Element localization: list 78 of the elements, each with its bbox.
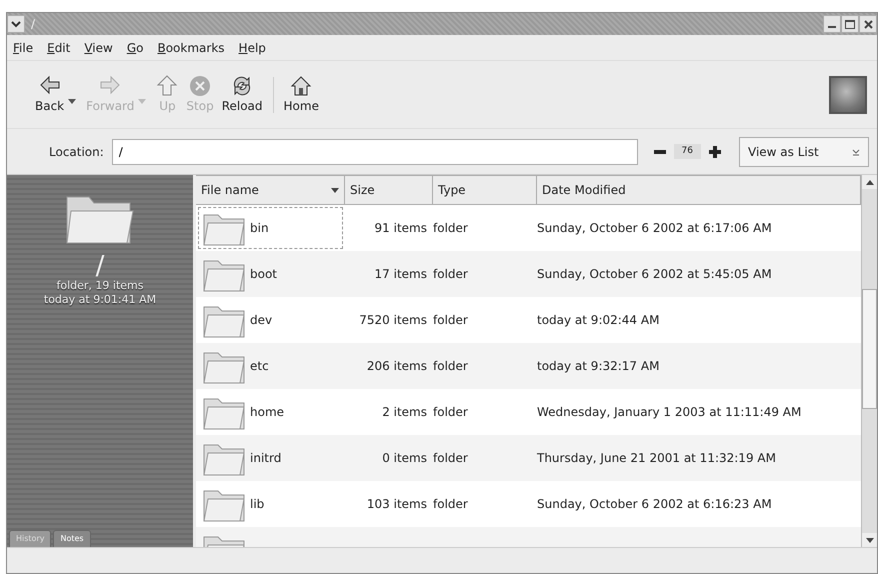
folder-info: folder, 19 items [56, 279, 144, 294]
table-cell-text: Wednesday, January 1 2003 at 11:11:49 AM [537, 404, 802, 421]
file-row[interactable]: bin [196, 205, 345, 251]
location-field[interactable]: / [112, 138, 638, 164]
table-cell-text: 7520 items [358, 312, 428, 329]
menu-item[interactable]: Bookmarks [157, 38, 225, 56]
toolbar-button[interactable]: Back [31, 72, 68, 116]
file-row[interactable]: dev [196, 297, 345, 343]
dropdown-caret-icon[interactable] [68, 99, 76, 104]
chevron-icon [11, 20, 21, 28]
stop-icon [189, 74, 212, 96]
table-cell-text: 103 items [366, 496, 428, 513]
table-cell-text: 17 items [374, 266, 428, 283]
throbber-icon [829, 76, 867, 114]
menu-item[interactable]: View [84, 38, 113, 56]
table-cell-text: today at 9:02:44 AM [537, 312, 660, 329]
table-cell-text: Sunday, October 6 2002 at 6:17:06 AM [537, 220, 773, 237]
toolbar-button[interactable]: Home [280, 72, 323, 116]
table-cell-text: 0 items [381, 450, 428, 467]
scrollbar[interactable] [861, 175, 877, 547]
maximize-icon [845, 20, 855, 28]
table-cell-text: 2 items [381, 404, 428, 421]
sidebar-tab[interactable]: Notes [53, 530, 91, 547]
column-header[interactable]: Type [433, 175, 537, 205]
file-row[interactable]: home [196, 389, 345, 435]
dropdown-arrow-icon [852, 148, 860, 156]
close-button[interactable] [859, 15, 877, 33]
sort-arrow-icon [331, 188, 339, 192]
forward-arrow-icon [99, 74, 122, 96]
table-cell-text: folder [433, 266, 469, 283]
file-name: etc [250, 358, 269, 375]
file-name: bin [250, 220, 269, 237]
zoom-out-icon[interactable] [654, 150, 666, 154]
table-cell-text: folder [433, 220, 469, 237]
file-name: boot [250, 266, 278, 283]
file-name: dev [250, 312, 272, 329]
table-cell-text: 206 items [366, 358, 428, 375]
table-cell-text: folder [433, 312, 469, 329]
file-row[interactable]: etc [196, 343, 345, 389]
view-mode-dropdown[interactable]: View as List [739, 136, 869, 166]
file-row[interactable]: initrd [196, 435, 345, 481]
up-arrow-icon [156, 74, 178, 96]
table-cell-text: Thursday, June 21 2001 at 11:32:19 AM [537, 450, 777, 467]
table-cell-text: folder [433, 358, 469, 375]
table-cell-text: Sunday, October 6 2002 at 6:16:23 AM [537, 496, 773, 513]
zoom-in-icon[interactable] [709, 146, 721, 158]
column-header[interactable]: Date Modified [537, 175, 861, 205]
table-cell-text: Sunday, October 6 2002 at 5:45:05 AM [537, 266, 773, 283]
home-icon [290, 74, 312, 96]
table-cell-text: today at 9:32:17 AM [537, 358, 660, 375]
file-name: initrd [250, 450, 282, 467]
column-header[interactable]: File name [196, 175, 345, 205]
zoom-level: 76 [674, 144, 701, 160]
close-icon [864, 20, 872, 28]
file-name: lib [250, 496, 264, 513]
menu-item[interactable]: File [13, 38, 34, 56]
back-arrow-icon [38, 74, 61, 96]
column-header[interactable]: Size [345, 175, 433, 205]
table-cell-text: folder [433, 496, 469, 513]
toolbar-button[interactable]: Reload [218, 72, 267, 116]
scroll-down-icon[interactable] [866, 538, 874, 542]
menu-item[interactable]: Edit [47, 38, 70, 56]
table-cell-text: folder [433, 450, 469, 467]
table-cell-text: folder [433, 404, 469, 421]
maximize-button[interactable] [841, 15, 859, 33]
location-label: Location: [49, 144, 104, 160]
window-title: / [30, 16, 36, 33]
folder-name: / [96, 253, 104, 279]
menu-item[interactable]: Go [126, 38, 144, 56]
window-menu-button[interactable] [7, 15, 25, 33]
file-row[interactable]: boot [196, 251, 345, 297]
scroll-up-icon[interactable] [866, 180, 874, 184]
table-cell-text: 91 items [374, 220, 428, 237]
file-name: home [250, 404, 284, 421]
file-row[interactable]: lib [196, 481, 345, 527]
minimize-button[interactable] [823, 15, 841, 33]
folder-date: today at 9:01:41 AM [44, 293, 156, 308]
menu-item[interactable]: Help [238, 38, 266, 56]
